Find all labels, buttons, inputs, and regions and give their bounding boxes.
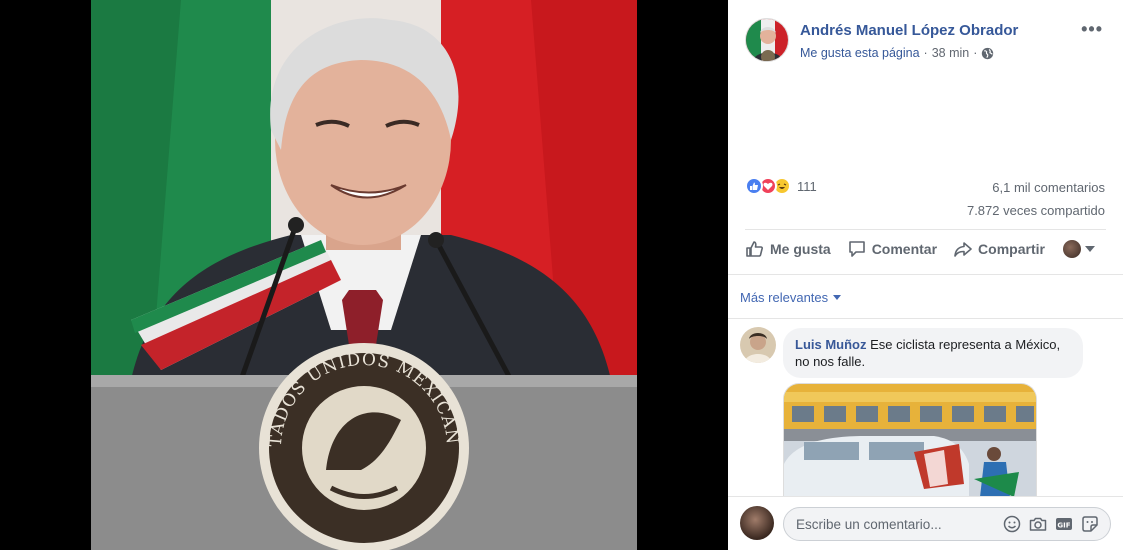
svg-text:GIF: GIF [1057, 521, 1070, 529]
smiley-icon[interactable] [1002, 514, 1022, 534]
current-user-avatar [740, 506, 774, 540]
stats-divider [745, 229, 1106, 230]
reactions-summary[interactable]: 111 [745, 177, 817, 195]
chevron-down-icon [833, 295, 842, 300]
like-page-link[interactable]: Me gusta esta página [800, 46, 920, 60]
reactions-count: 111 [797, 178, 817, 194]
like-button-label: Me gusta [770, 241, 831, 257]
post-meta: Me gusta esta página · 38 min · [800, 46, 994, 60]
shares-count-link[interactable]: 7.872 veces compartido [967, 203, 1105, 218]
speech-bubble-icon [848, 241, 865, 257]
share-button[interactable]: Compartir [953, 239, 1045, 259]
sort-divider [728, 318, 1123, 319]
post-timestamp[interactable]: 38 min [932, 46, 970, 60]
comment-button[interactable]: Comentar [847, 239, 937, 259]
user-mini-avatar [1062, 240, 1081, 258]
meta-separator-2: · [973, 46, 978, 60]
like-reaction-icon [745, 177, 763, 195]
share-as-selector[interactable] [1062, 240, 1095, 258]
page-name-link[interactable]: Andrés Manuel López Obrador [800, 22, 1018, 39]
share-arrow-icon [954, 242, 972, 257]
photo-illustration: ESTADOS UNIDOS MEXICANOS [91, 0, 637, 550]
comment-bubble: Luis Muñoz Ese ciclista representa a Méx… [783, 328, 1083, 378]
comments-count-link[interactable]: 6,1 mil comentarios [992, 180, 1105, 195]
action-bar: Me gusta Comentar Compartir [745, 239, 1105, 259]
composer-tools: GIF [1002, 514, 1110, 534]
comment-sort-label: Más relevantes [740, 290, 829, 305]
chevron-down-icon [1084, 246, 1095, 252]
thumbs-up-icon [746, 241, 763, 257]
globe-icon[interactable] [981, 47, 994, 60]
post-photo[interactable]: ESTADOS UNIDOS MEXICANOS [91, 0, 637, 550]
gif-icon[interactable]: GIF [1054, 514, 1074, 534]
meta-separator: · [923, 46, 928, 60]
like-button[interactable]: Me gusta [745, 239, 831, 259]
more-options-icon[interactable]: ••• [1081, 20, 1103, 38]
post-panel: Andrés Manuel López Obrador Me gusta est… [728, 0, 1123, 550]
comment-composer: Escribe un comentario... GIF [728, 496, 1123, 550]
camera-icon[interactable] [1028, 514, 1048, 534]
commenter-avatar[interactable] [740, 327, 776, 363]
share-button-label: Compartir [978, 241, 1045, 257]
photo-viewer: ESTADOS UNIDOS MEXICANOS [0, 0, 728, 550]
comment-author-link[interactable]: Luis Muñoz [795, 337, 867, 352]
comment-image[interactable] [783, 383, 1037, 496]
comment-sort-dropdown[interactable]: Más relevantes [740, 290, 842, 305]
page-avatar[interactable] [745, 18, 789, 62]
comment-input-placeholder: Escribe un comentario... [796, 516, 942, 532]
comment-input[interactable]: Escribe un comentario... GIF [783, 507, 1111, 541]
comment-button-label: Comentar [871, 241, 938, 257]
sticker-icon[interactable] [1080, 514, 1100, 534]
actions-divider [728, 274, 1123, 275]
